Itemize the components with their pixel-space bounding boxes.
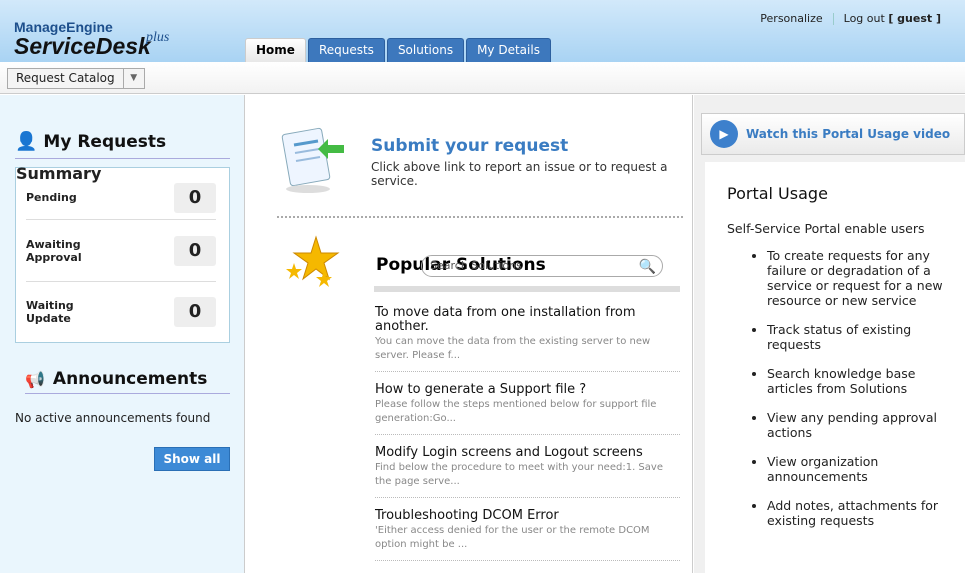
- row-count[interactable]: 0: [174, 297, 216, 327]
- search-placeholder: Search Solutions: [430, 259, 522, 272]
- user-icon: 👤: [15, 131, 38, 152]
- user-name: [ guest ]: [888, 12, 941, 25]
- announcements-title: Announcements: [52, 369, 208, 389]
- tab-home[interactable]: Home: [245, 38, 306, 62]
- divider: [374, 286, 680, 292]
- solution-desc: Find below the procedure to meet with yo…: [375, 462, 663, 487]
- portal-usage-intro: Self-Service Portal enable users: [727, 221, 925, 236]
- solution-title[interactable]: To move data from one installation from …: [375, 306, 680, 334]
- play-icon[interactable]: ▶: [710, 120, 738, 148]
- row-label: Awaiting Approval: [26, 237, 82, 264]
- solution-item[interactable]: Troubleshooting DCOM Error 'Either access…: [375, 509, 680, 561]
- show-all-button[interactable]: Show all: [154, 447, 230, 471]
- solution-title[interactable]: Modify Login screens and Logout screens: [375, 446, 680, 460]
- search-icon[interactable]: 🔍: [639, 257, 656, 277]
- submit-request-desc: Click above link to report an issue or t…: [371, 160, 668, 188]
- header: ManageEngine ServiceDesk plus Personaliz…: [0, 0, 965, 62]
- personalize-link[interactable]: Personalize: [750, 12, 832, 25]
- sub-bar: Request Catalog ▼: [0, 62, 965, 94]
- request-catalog-label[interactable]: Request Catalog: [8, 69, 123, 88]
- logo-suffix: plus: [146, 30, 170, 45]
- solution-desc: Please follow the steps mentioned below …: [375, 399, 657, 424]
- summary-row-waiting-update[interactable]: Waiting Update 0: [26, 282, 216, 342]
- usage-item: Search knowledge base articles from Solu…: [767, 366, 943, 396]
- chevron-down-icon[interactable]: ▼: [122, 69, 144, 88]
- logout-link[interactable]: Log out [ guest ]: [834, 12, 951, 25]
- summary-row-awaiting-approval[interactable]: Awaiting Approval 0: [26, 220, 216, 282]
- tab-requests[interactable]: Requests: [307, 38, 385, 62]
- portal-usage-box: Portal Usage Self-Service Portal enable …: [705, 162, 965, 582]
- tab-my-details[interactable]: My Details: [466, 38, 551, 62]
- solution-title[interactable]: Troubleshooting DCOM Error: [375, 509, 680, 523]
- search-solutions-input[interactable]: Search Solutions 🔍: [421, 255, 663, 277]
- row-count[interactable]: 0: [174, 182, 216, 213]
- usage-item: Track status of existing requests: [767, 322, 943, 352]
- stars-icon: [286, 235, 340, 287]
- my-requests-title: My Requests: [43, 131, 167, 152]
- row-label: Pending: [26, 191, 77, 204]
- solution-item[interactable]: To move data from one installation from …: [375, 306, 680, 372]
- submit-request-link[interactable]: Submit your request: [371, 136, 692, 156]
- divider: [277, 216, 683, 218]
- summary-row-pending[interactable]: Pending 0: [26, 176, 216, 220]
- solution-desc: 'Either access denied for the user or th…: [375, 525, 650, 550]
- solution-item[interactable]: How to generate a Support file ? Please f…: [375, 383, 680, 435]
- no-announcements-text: No active announcements found: [15, 411, 211, 425]
- usage-item: View any pending approval actions: [767, 410, 943, 440]
- left-panel: 👤 My Requests Summary Pending 0 Awaiting Ap…: [0, 95, 245, 573]
- logo-product: ServiceDesk: [14, 33, 151, 59]
- solution-item[interactable]: Modify Login screens and Logout screens F…: [375, 446, 680, 498]
- usage-item: View organization announcements: [767, 454, 943, 484]
- usage-item: Add notes, attachments for existing requ…: [767, 498, 943, 528]
- row-count[interactable]: 0: [174, 235, 216, 266]
- row-label: Waiting Update: [26, 299, 74, 325]
- request-catalog-button[interactable]: Request Catalog ▼: [7, 68, 145, 89]
- megaphone-icon: 📢: [25, 369, 45, 389]
- solution-desc: You can move the data from the existing …: [375, 336, 651, 361]
- solution-title[interactable]: How to generate a Support file ?: [375, 383, 680, 397]
- watch-video-label[interactable]: Watch this Portal Usage video: [746, 127, 950, 141]
- portal-usage-title: Portal Usage: [727, 184, 828, 203]
- tab-solutions[interactable]: Solutions: [386, 38, 465, 62]
- watch-video-button[interactable]: ▶ Watch this Portal Usage video: [701, 113, 965, 155]
- main-panel: Submit your request Click above link to r…: [246, 95, 693, 573]
- right-panel: ▶ Watch this Portal Usage video Portal Us…: [694, 95, 965, 582]
- usage-item: To create requests for any failure or de…: [767, 248, 943, 308]
- logout-label[interactable]: Log out: [844, 12, 885, 25]
- submit-request-icon[interactable]: [278, 125, 348, 195]
- summary-box: Summary Pending 0 Awaiting Approval 0 Waiti…: [15, 164, 230, 343]
